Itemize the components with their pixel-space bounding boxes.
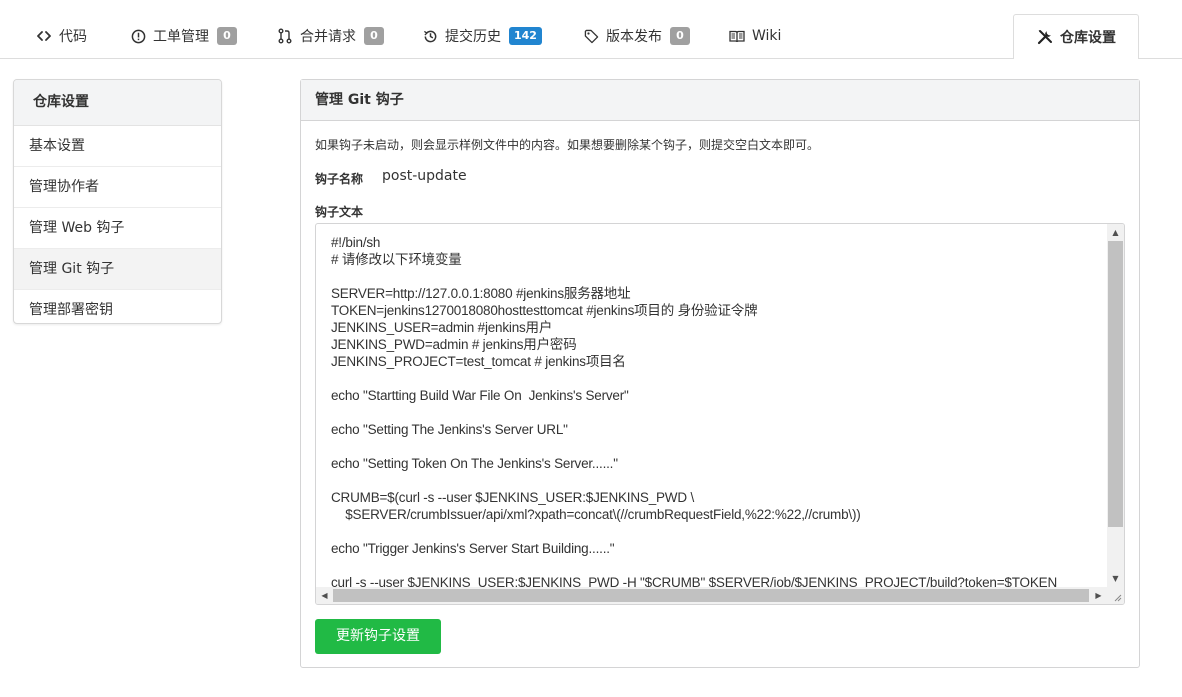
tab-wiki[interactable]: Wiki bbox=[728, 14, 781, 58]
tab-label: 提交历史 bbox=[445, 29, 501, 45]
count-badge: 0 bbox=[670, 27, 690, 45]
history-icon bbox=[421, 27, 439, 45]
tab-releases[interactable]: 版本发布 0 bbox=[582, 14, 690, 58]
hook-content-textarea[interactable]: #!/bin/sh # 请修改以下环境变量 SERVER=http://127.… bbox=[315, 223, 1125, 605]
settings-sidebar: 仓库设置 基本设置 管理协作者 管理 Web 钩子 管理 Git 钩子 管理部署… bbox=[13, 79, 222, 324]
vertical-scrollbar[interactable]: ▲ ▼ bbox=[1107, 224, 1124, 587]
repo-tab-bar: 代码 工单管理 0 合并请求 0 提交历史 142 版本发布 0 Wiki 仓库… bbox=[0, 0, 1182, 59]
count-badge: 0 bbox=[364, 27, 384, 45]
tab-label: 合并请求 bbox=[300, 29, 356, 45]
book-icon bbox=[728, 27, 746, 45]
tab-issues[interactable]: 工单管理 0 bbox=[129, 14, 237, 58]
vertical-scroll-thumb[interactable] bbox=[1108, 241, 1123, 527]
tab-label: 工单管理 bbox=[153, 29, 209, 45]
scroll-right-arrow-icon[interactable]: ▶ bbox=[1090, 587, 1107, 604]
sidebar-item-deploy-keys[interactable]: 管理部署密钥 bbox=[14, 290, 221, 323]
scroll-up-arrow-icon[interactable]: ▲ bbox=[1107, 224, 1124, 241]
sidebar-item-git-hooks[interactable]: 管理 Git 钩子 bbox=[14, 249, 221, 290]
issue-icon bbox=[129, 27, 147, 45]
panel-description: 如果钩子未启动，则会显示样例文件中的内容。如果想要删除某个钩子，则提交空白文本即… bbox=[315, 138, 820, 152]
scroll-left-arrow-icon[interactable]: ◀ bbox=[316, 587, 333, 604]
hook-name-label: 钩子名称 bbox=[315, 172, 364, 186]
sidebar-item-basic-settings[interactable]: 基本设置 bbox=[14, 126, 221, 167]
tab-label: 版本发布 bbox=[606, 29, 662, 45]
update-hook-button[interactable]: 更新钩子设置 bbox=[315, 619, 441, 654]
tab-pull-requests[interactable]: 合并请求 0 bbox=[276, 14, 384, 58]
horizontal-scroll-thumb[interactable] bbox=[333, 589, 1089, 602]
sidebar-item-web-hooks[interactable]: 管理 Web 钩子 bbox=[14, 208, 221, 249]
scroll-down-arrow-icon[interactable]: ▼ bbox=[1107, 570, 1124, 587]
git-hooks-panel: 管理 Git 钩子 如果钩子未启动，则会显示样例文件中的内容。如果想要删除某个钩… bbox=[300, 79, 1140, 668]
tab-settings[interactable]: 仓库设置 bbox=[1013, 14, 1139, 59]
pull-request-icon bbox=[276, 27, 294, 45]
tools-icon bbox=[1036, 28, 1054, 46]
sidebar-title: 仓库设置 bbox=[14, 80, 221, 126]
tab-label: 仓库设置 bbox=[1060, 30, 1116, 46]
tab-label: Wiki bbox=[752, 28, 782, 44]
hook-content-label: 钩子文本 bbox=[315, 205, 364, 219]
hook-name-value: post-update bbox=[382, 168, 467, 184]
resize-handle-icon[interactable] bbox=[1107, 587, 1124, 604]
hook-content-text[interactable]: #!/bin/sh # 请修改以下环境变量 SERVER=http://127.… bbox=[331, 234, 1107, 587]
horizontal-scrollbar[interactable]: ◀ ▶ bbox=[316, 587, 1107, 604]
tab-code[interactable]: 代码 bbox=[35, 14, 87, 58]
tab-commits[interactable]: 提交历史 142 bbox=[421, 14, 542, 58]
tag-icon bbox=[582, 27, 600, 45]
panel-title: 管理 Git 钩子 bbox=[301, 80, 1139, 121]
sidebar-item-collaborators[interactable]: 管理协作者 bbox=[14, 167, 221, 208]
code-icon bbox=[35, 27, 53, 45]
count-badge: 0 bbox=[217, 27, 237, 45]
tab-label: 代码 bbox=[59, 29, 87, 45]
count-badge: 142 bbox=[509, 27, 542, 45]
